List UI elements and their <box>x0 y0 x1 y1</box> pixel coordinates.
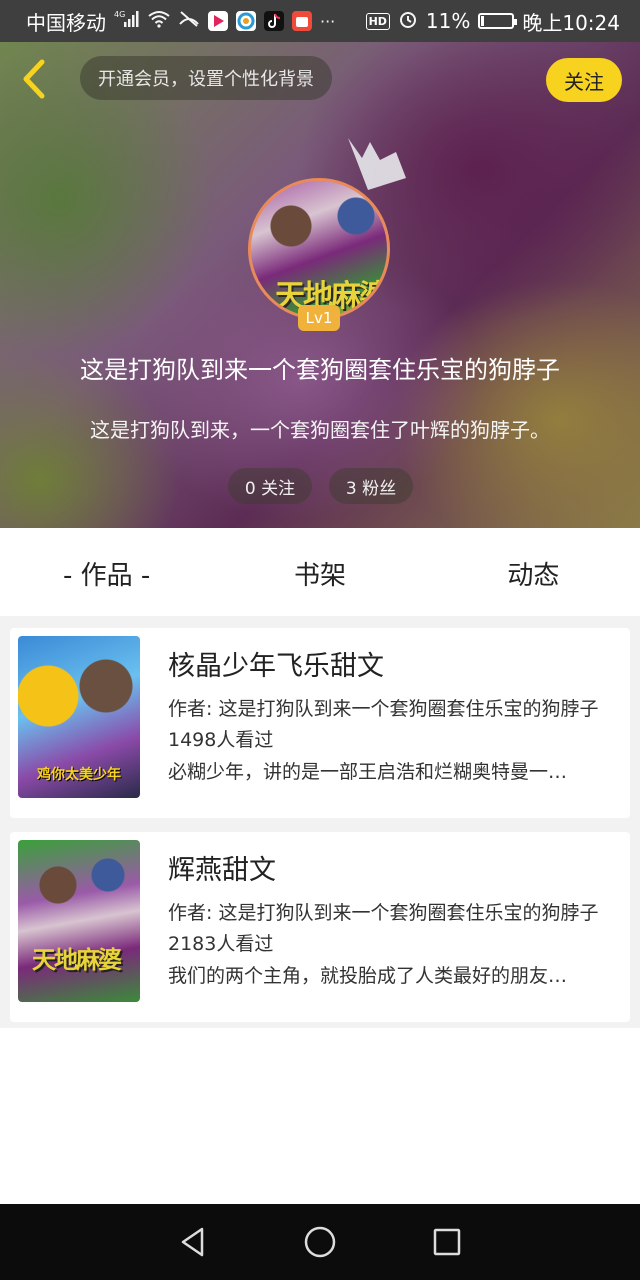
section-divider <box>0 616 640 628</box>
fans-count[interactable]: 3 粉丝 <box>329 468 413 504</box>
tab-activity[interactable]: 动态 <box>427 555 640 592</box>
level-badge: Lv1 <box>298 305 340 331</box>
square-recent-icon <box>433 1228 460 1256</box>
following-count[interactable]: 0 关注 <box>228 468 312 504</box>
carrier-name: 中国移动 <box>26 10 106 35</box>
video-app-icon <box>208 11 228 31</box>
alarm-icon <box>398 9 418 33</box>
tab-works[interactable]: - 作品 - <box>0 555 213 592</box>
book-author: 作者: 这是打狗队到来一个套狗圈套住乐宝的狗脖子 <box>168 698 599 720</box>
book-info: 辉燕甜文 作者: 这是打狗队到来一个套狗圈套住乐宝的狗脖子 2183人看过 我们… <box>168 854 614 992</box>
profile-header: 中国移动 4G ··· HD 11% 晚上10:24 开通会员，设置个性化背景 … <box>0 0 640 528</box>
book-title[interactable]: 辉燕甜文 <box>168 854 614 888</box>
svg-text:4G: 4G <box>114 10 125 19</box>
user-nickname: 这是打狗队到来一个套狗圈套住乐宝的狗脖子 <box>80 356 560 384</box>
book-description: 我们的两个主角，就投胎成了人类最好的朋友… <box>168 965 568 987</box>
book-title[interactable]: 核晶少年飞乐甜文 <box>168 650 614 684</box>
list-item[interactable]: 鸡你太美少年 核晶少年飞乐甜文 作者: 这是打狗队到来一个套狗圈套住乐宝的狗脖子… <box>10 628 630 818</box>
book-views: 1498人看过 <box>168 729 274 751</box>
hd-badge: HD <box>365 12 390 30</box>
back-button[interactable] <box>18 58 54 100</box>
book-cover[interactable]: 天地麻婆 <box>18 840 140 1002</box>
wifi-icon <box>148 10 170 32</box>
no-call-icon <box>178 10 200 32</box>
avatar[interactable]: 天地麻婆 <box>248 178 390 320</box>
vip-background-banner[interactable]: 开通会员，设置个性化背景 <box>80 56 332 100</box>
book-views: 2183人看过 <box>168 933 274 955</box>
nav-home-button[interactable] <box>300 1222 340 1262</box>
follow-button[interactable]: 关注 <box>546 58 622 102</box>
status-left: 中国移动 4G ··· <box>26 7 335 36</box>
shopping-app-icon <box>292 11 312 31</box>
nav-back-button[interactable] <box>173 1222 213 1262</box>
tab-bookshelf[interactable]: 书架 <box>213 555 426 592</box>
tiktok-app-icon <box>264 11 284 31</box>
battery-level-fill <box>481 16 485 26</box>
user-signature: 这是打狗队到来，一个套狗圈套住了叶辉的狗脖子。 <box>90 418 550 442</box>
works-list: 鸡你太美少年 核晶少年飞乐甜文 作者: 这是打狗队到来一个套狗圈套住乐宝的狗脖子… <box>0 628 640 1028</box>
system-nav-bar <box>0 1204 640 1280</box>
list-item[interactable]: 天地麻婆 辉燕甜文 作者: 这是打狗队到来一个套狗圈套住乐宝的狗脖子 2183人… <box>10 832 630 1022</box>
cover-caption: 鸡你太美少年 <box>37 767 121 783</box>
cover-caption: 天地麻婆 <box>32 946 122 974</box>
book-info: 核晶少年飞乐甜文 作者: 这是打狗队到来一个套狗圈套住乐宝的狗脖子 1498人看… <box>168 650 614 788</box>
circle-home-icon <box>304 1226 336 1258</box>
signal-icon: 4G <box>114 10 140 32</box>
book-author: 作者: 这是打狗队到来一个套狗圈套住乐宝的狗脖子 <box>168 902 599 924</box>
clock: 晚上10:24 <box>522 10 620 35</box>
chevron-left-icon <box>23 59 45 99</box>
browser-app-icon <box>236 11 256 31</box>
triangle-back-icon <box>182 1227 204 1257</box>
more-notifications: ··· <box>320 11 336 31</box>
profile-tabs: - 作品 - 书架 动态 <box>0 528 640 618</box>
book-description: 必糊少年，讲的是一部王启浩和烂糊奥特曼一… <box>168 761 568 783</box>
nav-recent-button[interactable] <box>427 1222 467 1262</box>
battery-percent: 11% <box>425 9 471 33</box>
battery-icon <box>478 13 518 29</box>
status-bar: 中国移动 4G ··· HD 11% 晚上10:24 <box>0 0 640 42</box>
book-cover[interactable]: 鸡你太美少年 <box>18 636 140 798</box>
status-right: HD 11% 晚上10:24 <box>365 7 620 36</box>
